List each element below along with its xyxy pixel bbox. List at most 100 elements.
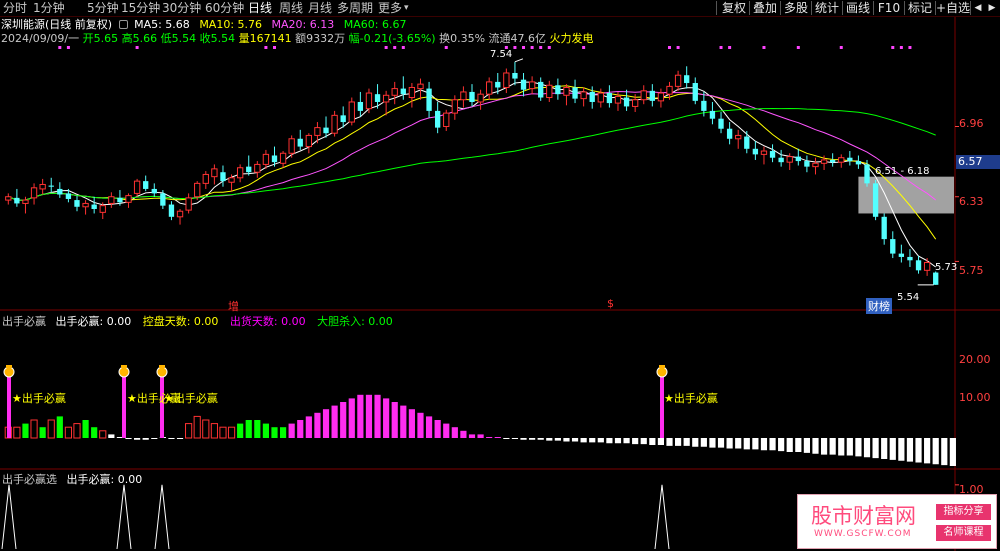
indicator-bar: [786, 438, 793, 452]
candle-body: [160, 193, 166, 206]
indicator-bar: [254, 420, 261, 438]
candle-body: [649, 90, 655, 101]
marker-dot: [728, 46, 732, 49]
indicator-bar: [451, 427, 458, 438]
indicator-bar: [675, 438, 682, 446]
indicator-bar: [271, 427, 278, 438]
indicator-bar: [778, 438, 785, 452]
candle-body: [709, 110, 716, 119]
indicator-bar: [614, 438, 622, 444]
marker-dot: [401, 46, 405, 49]
indicator-bar: [829, 438, 836, 455]
marker-dot: [668, 46, 672, 49]
candle-body: [692, 83, 698, 101]
signal-label: ★出手必赢: [12, 392, 66, 405]
indicator-bar: [597, 438, 604, 443]
indicator-bar: [606, 438, 613, 444]
candle-body: [400, 88, 406, 95]
marker-dot: [66, 46, 70, 49]
indicator-header: 出手必赢 出手必赢: 0.00 控盘天数: 0.00 出货天数: 0.00 大胆…: [2, 315, 393, 329]
indicator-bar: [443, 423, 450, 438]
candle-body: [348, 101, 355, 123]
indicator-bar: [288, 423, 295, 438]
indicator-bar: [855, 438, 862, 457]
candle-body: [117, 197, 123, 203]
candle-body: [614, 95, 622, 104]
candle-body: [469, 91, 475, 102]
candle-body: [91, 204, 97, 210]
indicator-bar: [520, 438, 527, 440]
selector-signal: [1, 484, 17, 550]
indicator-bar: [846, 438, 853, 456]
chart-canvas[interactable]: [0, 0, 1000, 551]
candle-body: [666, 85, 673, 95]
indicator-bar: [125, 438, 132, 439]
moneybag-icon: [121, 365, 127, 368]
candle-body: [546, 84, 553, 99]
candle-body: [228, 177, 235, 183]
candle-body: [674, 74, 682, 87]
caibang-badge[interactable]: 财榜: [866, 298, 892, 314]
candle-body: [563, 86, 570, 96]
watermark-logo: 股市财富网 WWW.GSCFW.COM 指标分享 名师课程: [797, 494, 997, 549]
indicator-bar: [151, 438, 158, 439]
candle-body: [829, 159, 836, 163]
indicator-bar: [863, 438, 871, 458]
candle-body: [211, 168, 218, 178]
candle-body: [82, 202, 89, 208]
candle-body: [262, 153, 270, 165]
candle-body: [443, 112, 450, 128]
indicator-bar: [210, 423, 218, 439]
indicator-bar: [881, 438, 888, 459]
indicator-bar: [168, 438, 175, 439]
candle-body: [417, 83, 424, 90]
indicator-value: 出手必赢: 0.00: [55, 315, 132, 328]
indicator-bar: [640, 438, 647, 445]
marker-dot: [58, 46, 62, 49]
candle-body: [434, 110, 441, 128]
candle-body: [718, 118, 724, 129]
marker-dot: [530, 46, 534, 49]
candle-body: [520, 79, 527, 90]
indicator-bar: [820, 438, 828, 455]
marker-dot: [762, 46, 766, 49]
indicator-bar: [537, 438, 544, 440]
indicator-bar: [494, 437, 501, 438]
candle-body: [864, 164, 870, 184]
indicator-bar: [374, 394, 381, 438]
indicator-bar: [245, 420, 252, 438]
indicator-bar: [468, 434, 476, 438]
indicator-bar: [279, 427, 287, 438]
candle-body: [580, 91, 587, 100]
candle-body: [701, 100, 707, 111]
indicator-bar: [692, 438, 699, 447]
watermark-tag: 名师课程: [936, 525, 991, 541]
candle-body: [323, 127, 329, 134]
candle-body: [408, 86, 416, 99]
candle-body: [151, 188, 157, 194]
indicator-bar: [322, 409, 330, 438]
candle-body: [305, 134, 313, 148]
candle-body: [391, 88, 398, 96]
indicator-bar: [13, 426, 21, 439]
ma5-line: [8, 81, 936, 268]
indicator-bar: [529, 438, 536, 440]
indicator-bar: [511, 438, 519, 439]
indicator-bar: [91, 427, 98, 438]
marker-dot: [582, 46, 586, 49]
indicator-bar: [297, 420, 304, 438]
indicator-bar: [142, 438, 149, 440]
candle-body: [744, 136, 750, 149]
candle-body: [898, 253, 905, 257]
candle-body: [426, 88, 432, 111]
candle-body: [39, 183, 46, 190]
candle-body: [202, 173, 209, 184]
candle-body: [108, 196, 115, 204]
indicator-bar: [400, 405, 407, 438]
candle-body: [820, 159, 828, 164]
indicator-bar: [752, 438, 759, 450]
selector-signal: [654, 484, 670, 550]
indicator-bar: [623, 438, 630, 444]
indicator-tick-label: 20.00: [959, 353, 991, 366]
indicator-title: 出手必赢: [2, 315, 46, 328]
